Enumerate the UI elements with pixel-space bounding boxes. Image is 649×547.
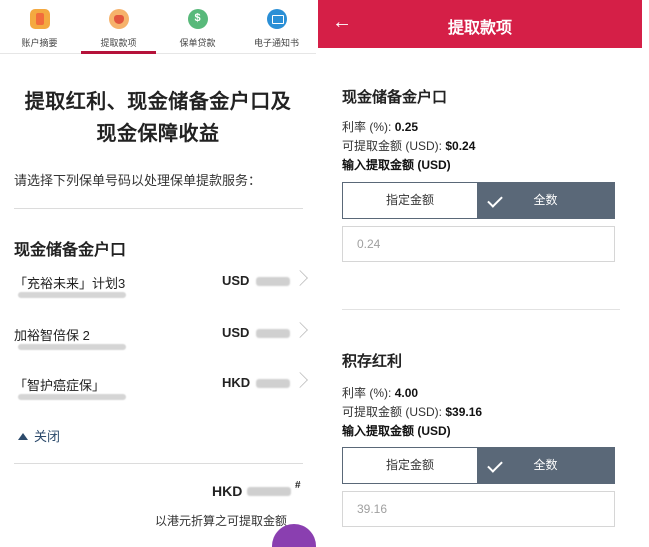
amount-type-toggle: 指定金额 全数 bbox=[342, 447, 615, 484]
rate-label: 利率 (%): bbox=[342, 120, 392, 134]
chevron-right-icon bbox=[292, 270, 308, 286]
check-icon bbox=[487, 192, 503, 208]
rate-label: 利率 (%): bbox=[342, 386, 392, 400]
divider bbox=[342, 309, 620, 310]
available-label: 可提取金额 (USD): bbox=[342, 405, 442, 419]
full-amount-option[interactable]: 全数 bbox=[477, 183, 614, 218]
input-label: 输入提取金额 (USD) bbox=[342, 158, 451, 172]
accumulated-dividend-details: 利率 (%): 4.00 可提取金额 (USD): $39.16 输入提取金额 … bbox=[342, 384, 622, 444]
amount-type-toggle: 指定金额 全数 bbox=[342, 182, 615, 219]
redacted-amount bbox=[256, 277, 290, 286]
redacted-policy-number bbox=[18, 394, 126, 400]
available-label: 可提取金额 (USD): bbox=[342, 139, 442, 153]
tab-withdrawal[interactable]: 提取款项 bbox=[79, 0, 158, 54]
available-value: $39.16 bbox=[445, 405, 483, 419]
available-amount-line: 可提取金额 (USD): $0.24 bbox=[342, 137, 475, 154]
header-title: 提取款项 bbox=[447, 20, 512, 37]
policy-currency: USD bbox=[222, 273, 250, 288]
policy-row[interactable]: 「智护癌症保」 HKD bbox=[14, 372, 310, 415]
tab-label: 提取款项 bbox=[100, 38, 137, 48]
account-summary-icon bbox=[29, 9, 50, 29]
footnote-mark: # bbox=[295, 480, 301, 491]
section-title: 现金储备金户口 bbox=[342, 89, 448, 106]
tab-label: 账户摘要 bbox=[21, 38, 58, 48]
withdrawal-amount-field[interactable]: 39.16 bbox=[342, 491, 615, 527]
withdrawal-amount-field[interactable]: 0.24 bbox=[342, 226, 615, 262]
page-title-line-2: 现金保障收益 bbox=[96, 123, 220, 145]
tab-account-summary[interactable]: 账户摘要 bbox=[0, 0, 79, 54]
tab-e-notice[interactable]: 电子通知书 bbox=[237, 0, 316, 54]
rate-value: 0.25 bbox=[394, 120, 419, 134]
withdrawal-overview-screen: 账户摘要 提取款项 保单贷款 电子通知书 提取红利、现金储备金户口及 现金保障收… bbox=[0, 0, 316, 547]
chevron-right-icon bbox=[292, 322, 308, 338]
specified-amount-option[interactable]: 指定金额 bbox=[343, 448, 477, 483]
page-title: 提取红利、现金储备金户口及 现金保障收益 bbox=[16, 86, 300, 150]
full-amount-option[interactable]: 全数 bbox=[477, 448, 614, 483]
check-icon bbox=[487, 457, 503, 473]
policy-currency: HKD bbox=[222, 375, 251, 390]
e-notice-mail-icon bbox=[266, 9, 287, 29]
redacted-amount bbox=[256, 329, 290, 338]
input-label: 输入提取金额 (USD) bbox=[342, 424, 451, 438]
redacted-amount bbox=[256, 379, 290, 388]
page-title-line-1: 提取红利、现金储备金户口及 bbox=[24, 91, 292, 113]
app-bar: ← 提取款项 bbox=[318, 0, 642, 48]
specified-amount-option[interactable]: 指定金额 bbox=[343, 183, 477, 218]
full-amount-label: 全数 bbox=[533, 193, 558, 207]
policy-name: 「充裕未来」计划3 bbox=[14, 276, 126, 291]
redacted-policy-number bbox=[18, 344, 126, 350]
tab-label: 电子通知书 bbox=[253, 38, 299, 48]
available-amount-line: 可提取金额 (USD): $39.16 bbox=[342, 403, 482, 420]
section-title: 现金储备金户口 bbox=[14, 242, 127, 259]
cash-reserve-section: 现金储备金户口 bbox=[342, 86, 622, 107]
policy-row[interactable]: 加裕智倍保 2 USD bbox=[14, 322, 310, 365]
instruction-text: 请选择下列保单号码以处理保单提款服务： bbox=[14, 173, 262, 188]
chevron-right-icon bbox=[292, 372, 308, 388]
divider bbox=[14, 463, 303, 464]
section-title: 积存红利 bbox=[342, 353, 403, 370]
policy-currency: USD bbox=[222, 325, 250, 340]
accumulated-dividend-section: 积存红利 bbox=[342, 350, 622, 371]
withdrawal-form-screen: ← 提取款项 现金储备金户口 利率 (%): 0.25 可提取金额 (USD):… bbox=[318, 0, 649, 547]
redacted-policy-number bbox=[18, 292, 126, 298]
withdrawal-icon bbox=[108, 9, 129, 29]
tab-label: 保单贷款 bbox=[179, 38, 216, 48]
active-tab-indicator bbox=[81, 51, 156, 54]
available-value: $0.24 bbox=[445, 139, 476, 153]
rate-value: 4.00 bbox=[394, 386, 419, 400]
redacted-total-amount bbox=[247, 487, 291, 496]
tab-policy-loan[interactable]: 保单贷款 bbox=[158, 0, 237, 54]
policy-name: 加裕智倍保 2 bbox=[14, 328, 90, 343]
policy-name: 「智护癌症保」 bbox=[14, 378, 106, 393]
full-amount-label: 全数 bbox=[533, 458, 558, 472]
divider bbox=[14, 208, 303, 209]
cash-reserve-details: 利率 (%): 0.25 可提取金额 (USD): $0.24 输入提取金额 (… bbox=[342, 118, 622, 178]
interest-rate-line: 利率 (%): 4.00 bbox=[342, 384, 418, 401]
policy-row[interactable]: 「充裕未来」计划3 USD bbox=[14, 270, 310, 313]
collapse-button[interactable]: 关闭 bbox=[18, 426, 60, 445]
total-caption: 以港元折算之可提取金额 bbox=[155, 514, 288, 528]
caret-up-icon bbox=[18, 433, 28, 440]
interest-rate-line: 利率 (%): 0.25 bbox=[342, 118, 418, 135]
collapse-label: 关闭 bbox=[34, 429, 61, 444]
policy-loan-icon bbox=[187, 9, 208, 29]
top-tab-bar: 账户摘要 提取款项 保单贷款 电子通知书 bbox=[0, 0, 316, 54]
total-currency: HKD bbox=[212, 483, 243, 499]
